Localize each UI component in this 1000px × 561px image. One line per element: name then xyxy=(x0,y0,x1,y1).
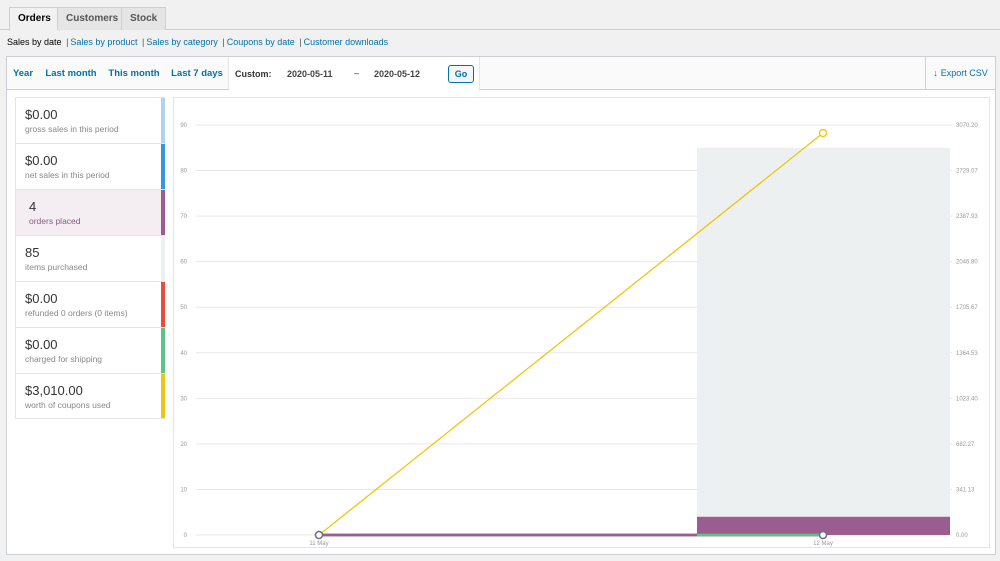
date-range-bar: Year Last month This month Last 7 days C… xyxy=(7,57,995,91)
y-left-tick-label: 40 xyxy=(180,351,187,357)
y-right-tick-label: 341.13 xyxy=(956,487,975,493)
y-right-tick-label: 2729.07 xyxy=(956,169,978,175)
legend-value: 85 xyxy=(25,245,40,260)
legend-label: worth of coupons used xyxy=(25,400,111,410)
sales-chart: 0 0.00 10 341.13 20 682.27 30 1023.40 40 1364.53 5… xyxy=(180,123,978,547)
y-right-tick-label: 1023.40 xyxy=(956,396,978,402)
y-left-tick-label: 80 xyxy=(180,169,187,175)
custom-label: Custom: xyxy=(235,69,272,79)
legend-color-bar xyxy=(161,236,165,281)
subnav-coupons-by-date[interactable]: Coupons by date xyxy=(227,37,295,47)
legend-value: $0.00 xyxy=(25,153,58,168)
y-right-tick-label: 0.00 xyxy=(956,533,968,539)
legend-label: net sales in this period xyxy=(25,170,110,180)
y-left-tick-label: 20 xyxy=(180,442,187,448)
bar-items-purchased xyxy=(697,147,950,535)
x-tick-label: 11 May xyxy=(309,541,328,547)
start-date-input[interactable]: 2020-05-11 xyxy=(287,69,333,79)
legend-refunded[interactable]: $0.00 refunded 0 orders (0 items) xyxy=(15,281,165,327)
point-worth-of-coupons-used xyxy=(818,128,828,138)
subnav-customer-downloads[interactable]: Customer downloads xyxy=(304,37,389,47)
legend-label: refunded 0 orders (0 items) xyxy=(25,308,128,318)
legend-label: charged for shipping xyxy=(25,354,103,364)
legend-value: $0.00 xyxy=(25,337,58,352)
range-year[interactable]: Year xyxy=(8,57,38,90)
legend-value: $0.00 xyxy=(25,107,58,122)
legend-label: gross sales in this period xyxy=(25,124,119,134)
legend-coupons-used[interactable]: $3,010.00 worth of coupons used xyxy=(15,373,165,419)
y-right-tick-label: 3070.20 xyxy=(956,123,978,129)
subnav-sales-by-product[interactable]: Sales by product xyxy=(70,37,137,47)
legend-color-bar xyxy=(161,98,165,143)
chart-panel: 0 0.00 10 341.13 20 682.27 30 1023.40 40 1364.53 5… xyxy=(173,97,990,548)
download-icon: ↓ xyxy=(933,68,938,78)
legend-color-bar xyxy=(161,374,165,418)
go-button[interactable]: Go xyxy=(448,65,474,83)
legend-value: $0.00 xyxy=(25,291,58,306)
export-csv-label: Export CSV xyxy=(940,68,988,78)
y-left-tick-label: 0 xyxy=(184,533,188,539)
y-right-tick-label: 1705.67 xyxy=(956,305,978,311)
legend-shipping[interactable]: $0.00 charged for shipping xyxy=(15,327,165,373)
subnav-current: Sales by date xyxy=(7,37,62,47)
y-right-tick-label: 2387.93 xyxy=(956,214,978,220)
legend-value: $3,010.00 xyxy=(25,383,83,398)
legend-color-bar xyxy=(161,190,165,235)
end-date-input[interactable]: 2020-05-12 xyxy=(374,69,420,79)
y-left-tick-label: 30 xyxy=(180,396,187,402)
y-left-tick-label: 70 xyxy=(180,214,187,220)
custom-range: Custom: 2020-05-11 – 2020-05-12 Go xyxy=(228,57,480,91)
x-tick-label: 12 May xyxy=(813,541,833,547)
legend-label: orders placed xyxy=(29,216,81,226)
tab-stock[interactable]: Stock xyxy=(121,7,167,30)
tab-orders[interactable]: Orders xyxy=(9,7,60,31)
legend-value: 4 xyxy=(29,199,37,214)
y-left-tick-label: 50 xyxy=(180,305,187,311)
y-right-tick-label: 1364.53 xyxy=(956,351,978,357)
range-last-month[interactable]: Last month xyxy=(41,57,101,90)
legend-color-bar xyxy=(161,328,165,373)
legend-label: items purchased xyxy=(25,262,88,272)
y-left-tick-label: 10 xyxy=(180,487,187,493)
range-last-7-days[interactable]: Last 7 days xyxy=(168,57,226,90)
legend-color-bar xyxy=(161,282,165,327)
legend-orders-placed[interactable]: 4 orders placed xyxy=(15,189,165,235)
y-right-tick-label: 682.27 xyxy=(956,442,975,448)
report-tabs: Orders Customers Stock xyxy=(0,0,1000,31)
legend-gross-sales[interactable]: $0.00 gross sales in this period xyxy=(15,97,165,143)
report-subnav: Sales by date | Sales by product | Sales b… xyxy=(7,37,388,47)
subnav-sales-by-category[interactable]: Sales by category xyxy=(146,37,218,47)
point-orders-placed xyxy=(314,530,324,540)
export-csv-button[interactable]: ↓ Export CSV xyxy=(925,57,995,90)
y-left-tick-label: 60 xyxy=(180,260,187,266)
legend-color-bar xyxy=(161,144,165,189)
y-left-tick-label: 90 xyxy=(180,123,187,129)
chart-legend: $0.00 gross sales in this period $0.00 n… xyxy=(15,97,165,419)
legend-items-purchased[interactable]: 85 items purchased xyxy=(15,235,165,281)
legend-net-sales[interactable]: $0.00 net sales in this period xyxy=(15,143,165,189)
report-box: Year Last month This month Last 7 days C… xyxy=(6,56,996,555)
tab-customers[interactable]: Customers xyxy=(57,7,128,30)
range-this-month[interactable]: This month xyxy=(104,57,164,90)
point-orders-placed xyxy=(818,530,828,540)
y-right-tick-label: 2046.80 xyxy=(956,260,978,266)
date-separator: – xyxy=(354,68,360,78)
